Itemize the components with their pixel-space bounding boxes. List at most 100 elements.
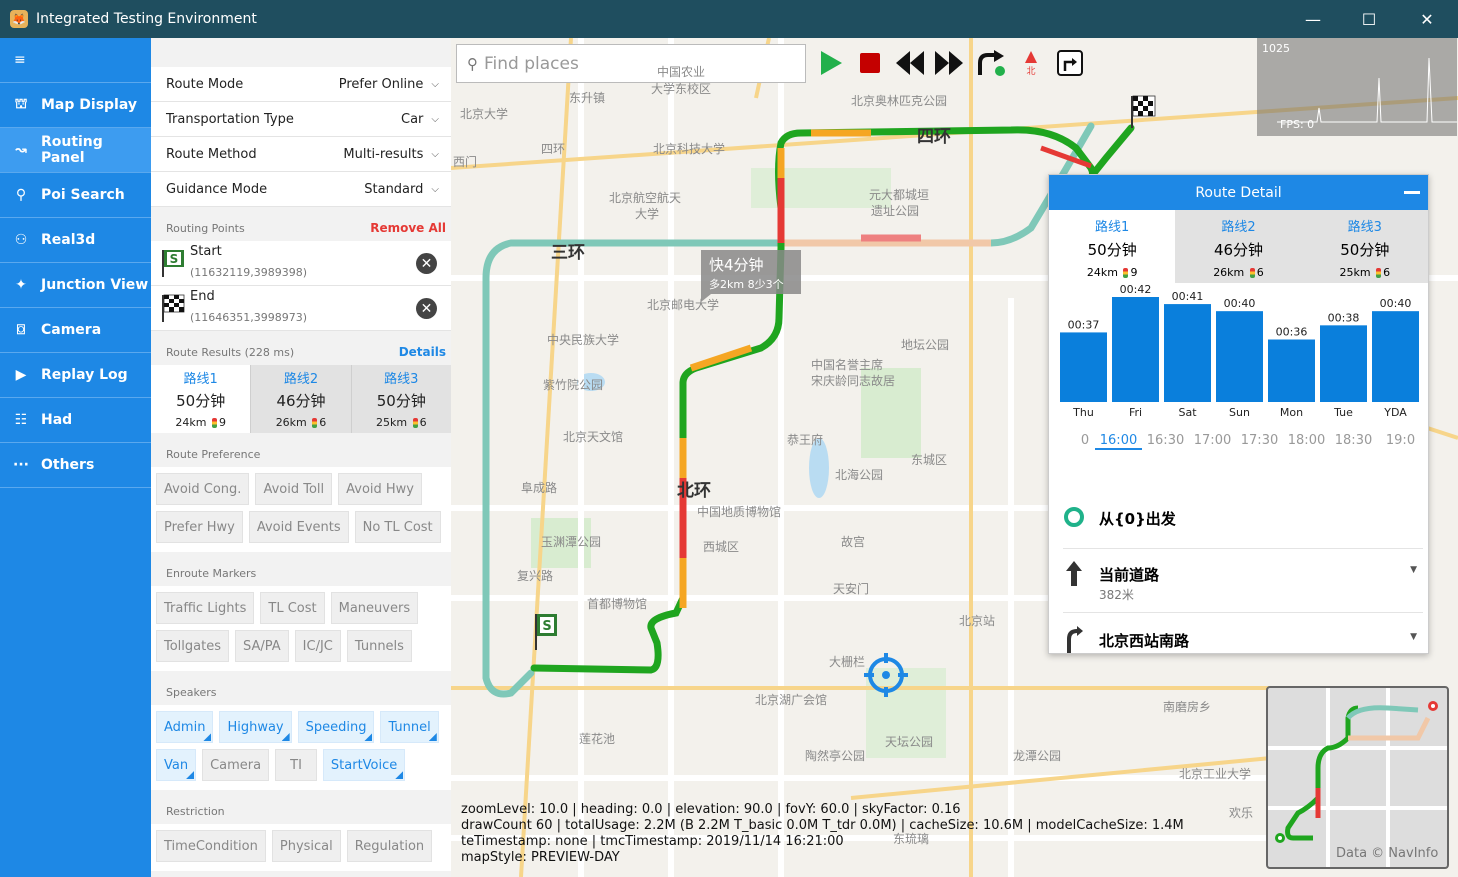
detail-route-card-2[interactable]: 路线2 46分钟 26km 6	[1175, 210, 1302, 283]
chip-speeding[interactable]: Speeding	[297, 711, 375, 743]
compass-north-icon: 北	[1025, 51, 1037, 77]
detail-route-card-1[interactable]: 路线1 50分钟 24km 9	[1049, 210, 1176, 283]
map-label: 东城区	[911, 453, 948, 467]
map-label: 复兴路	[517, 569, 554, 583]
departure-time-selector[interactable]: 0 16:00 16:30 17:00 17:30 18:00 18:30 19:0	[1075, 433, 1424, 450]
chip-camera[interactable]: Camera	[202, 749, 270, 781]
transportation-type-select[interactable]: Transportation Type Car ⌵	[151, 102, 451, 137]
nav-item-junction-view[interactable]: ✦ Junction View	[0, 263, 151, 308]
detail-route-card-3[interactable]: 路线3 50分钟 25km 6	[1301, 210, 1428, 283]
nav-item-had[interactable]: ☷ Had	[0, 398, 151, 443]
chip-traffic-lights[interactable]: Traffic Lights	[156, 592, 255, 624]
map-label: 北京湖广会馆	[755, 693, 828, 707]
chip-no-tl-cost[interactable]: No TL Cost	[354, 511, 441, 543]
guidance-mode-select[interactable]: Guidance Mode Standard ⌵	[151, 172, 451, 207]
chip-startvoice[interactable]: StartVoice	[322, 749, 406, 781]
chip-maneuvers[interactable]: Maneuvers	[330, 592, 419, 624]
chip-avoid-cong[interactable]: Avoid Cong.	[156, 473, 250, 505]
route-mode-select[interactable]: Route Mode Prefer Online ⌵	[151, 67, 451, 102]
svg-text:S: S	[542, 619, 551, 634]
nav-item-camera[interactable]: ⌼ Camera	[0, 308, 151, 353]
chip-van[interactable]: Van	[156, 749, 197, 781]
time-option[interactable]: 18:00	[1283, 433, 1330, 450]
chip-tunnel[interactable]: Tunnel	[380, 711, 439, 743]
chip-tl-cost[interactable]: TL Cost	[260, 592, 325, 624]
nav-item-replay-log[interactable]: ▶ Replay Log	[0, 353, 151, 398]
remove-point-icon[interactable]: ✕	[416, 253, 437, 274]
nav-item-real3d[interactable]: ⚇ Real3d	[0, 218, 151, 263]
nav-item-poi-search[interactable]: ⚲ Poi Search	[0, 173, 151, 218]
chevron-down-icon[interactable]: ▼	[1410, 632, 1417, 642]
time-option[interactable]: 17:30	[1236, 433, 1283, 450]
chip-tunnels[interactable]: Tunnels	[346, 630, 412, 662]
restriction-chips: TimeCondition Physical Regulation	[151, 824, 451, 871]
time-option[interactable]: 18:30	[1330, 433, 1377, 450]
eta-bar	[1372, 311, 1419, 402]
time-option[interactable]: 0	[1075, 433, 1095, 450]
search-input[interactable]: ⚲ Find places	[456, 44, 806, 83]
maneuver-item[interactable]: 从{0}出发	[1063, 485, 1423, 549]
chip-ic-jc[interactable]: IC/JC	[294, 630, 341, 662]
title-bar: 🦊 Integrated Testing Environment — ☐ ✕	[0, 0, 1458, 38]
chip-tollgates[interactable]: Tollgates	[156, 630, 229, 662]
route-detail-header: Route Detail	[1049, 175, 1428, 210]
chip-highway[interactable]: Highway	[219, 711, 292, 743]
option-label: Transportation Type	[166, 111, 294, 127]
nav-item-others[interactable]: ··· Others	[0, 443, 151, 488]
route-detail-panel: Route Detail 路线1 50分钟 24km 9 路线2 46分钟 26km 6…	[1048, 174, 1429, 654]
chip-physical[interactable]: Physical	[271, 830, 341, 862]
time-option[interactable]: 19:0	[1377, 433, 1424, 450]
chip-admin[interactable]: Admin	[156, 711, 214, 743]
enroute-markers-chips: Traffic Lights TL Cost Maneuvers Tollgates…	[151, 586, 451, 671]
maximize-button[interactable]: ☐	[1340, 0, 1398, 38]
route-card-3[interactable]: 路线3 50分钟 25km 6	[351, 365, 451, 433]
chip-avoid-hwy[interactable]: Avoid Hwy	[338, 473, 423, 505]
minimap[interactable]: Data © NavInfo	[1266, 686, 1449, 869]
nav-item-map-display[interactable]: ⛫ Map Display	[0, 83, 151, 128]
routing-point-start[interactable]: S Start (11632119,3989398) ✕	[151, 241, 451, 286]
route-detail-routes: 路线1 50分钟 24km 9 路线2 46分钟 26km 6 路线3 50分钟 25km …	[1049, 210, 1428, 283]
chip-timecondition[interactable]: TimeCondition	[156, 830, 266, 862]
route-detail-title: Route Detail	[1195, 184, 1282, 201]
route-card-2[interactable]: 路线2 46分钟 26km 6	[251, 365, 352, 433]
nav-label: Routing Panel	[40, 134, 103, 166]
chip-regulation[interactable]: Regulation	[346, 830, 433, 862]
play-button[interactable]	[816, 48, 846, 78]
time-option[interactable]: 16:30	[1142, 433, 1189, 450]
eta-bar	[1216, 311, 1263, 402]
crosshair-icon	[864, 653, 908, 697]
maneuver-item[interactable]: 当前道路 382米 ▼	[1063, 549, 1423, 613]
time-option[interactable]: 16:00	[1095, 433, 1142, 450]
ring-road-label: 北环	[677, 481, 711, 501]
compass-button[interactable]: 北	[1016, 48, 1046, 78]
map-label: 北京奥林匹克公园	[851, 94, 948, 108]
stop-button[interactable]	[855, 48, 885, 78]
maneuver-item[interactable]: 北京西站南路 ▼	[1063, 613, 1423, 653]
details-button[interactable]: Details	[399, 345, 446, 359]
map-label: 北京站	[959, 614, 996, 628]
rewind-button[interactable]	[895, 48, 925, 78]
chevron-down-icon[interactable]: ▼	[1410, 565, 1417, 575]
minimize-icon[interactable]	[1404, 191, 1420, 194]
chip-avoid-toll[interactable]: Avoid Toll	[255, 473, 333, 505]
chip-avoid-events[interactable]: Avoid Events	[248, 511, 349, 543]
reroute-button[interactable]	[976, 48, 1006, 78]
close-button[interactable]: ✕	[1398, 0, 1456, 38]
menu-icon[interactable]: ≡	[0, 38, 151, 83]
turn-view-button[interactable]	[1055, 48, 1085, 78]
remove-all-button[interactable]: Remove All	[370, 221, 446, 235]
time-option[interactable]: 17:00	[1189, 433, 1236, 450]
remove-point-icon[interactable]: ✕	[416, 298, 437, 319]
chip-ti[interactable]: TI	[275, 749, 317, 781]
route-method-select[interactable]: Route Method Multi-results ⌵	[151, 137, 451, 172]
map-view[interactable]: S ⚲ Find places 北 中国农业 大学东校区 东升镇 北京大学 北京奥林匹克公…	[451, 38, 1458, 877]
map-label: 北京邮电大学	[647, 298, 720, 312]
route-icon: ↝	[15, 142, 27, 158]
route-card-1[interactable]: 路线1 50分钟 24km 9	[151, 365, 252, 433]
chip-prefer-hwy[interactable]: Prefer Hwy	[156, 511, 243, 543]
minimize-button[interactable]: —	[1284, 0, 1342, 38]
nav-item-routing-panel[interactable]: ↝ Routing Panel	[0, 128, 151, 173]
chip-sa-pa[interactable]: SA/PA	[235, 630, 289, 662]
fast-forward-button[interactable]	[934, 48, 964, 78]
routing-point-end[interactable]: End (11646351,3998973) ✕	[151, 286, 451, 331]
